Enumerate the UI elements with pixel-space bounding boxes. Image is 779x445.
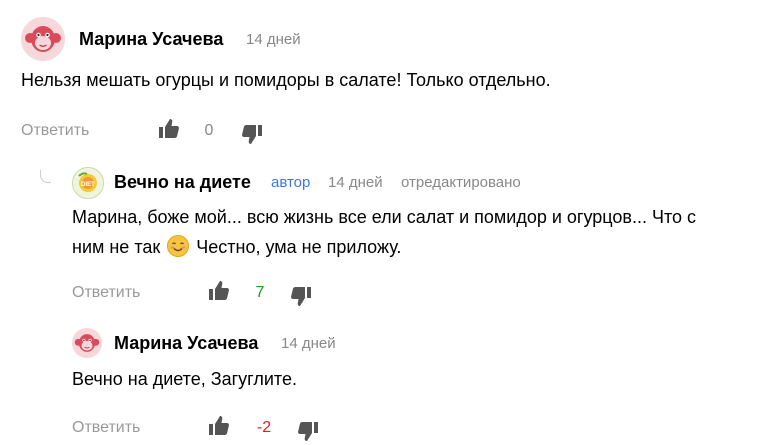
comment-time: 14 дней <box>328 174 383 191</box>
thumbs-up-icon[interactable] <box>157 117 181 141</box>
reply-button[interactable]: Ответить <box>72 284 140 302</box>
smiling-face-emoji-icon <box>167 235 190 257</box>
comment-text: Марина, боже мой... всю жизнь все ели са… <box>72 202 772 262</box>
reply-button[interactable]: Ответить <box>72 419 140 437</box>
comment-text-part: Честно, ума не приложу. <box>196 237 402 257</box>
avatar[interactable] <box>21 17 65 61</box>
thumbs-up-icon[interactable] <box>207 279 231 303</box>
author-badge: автор <box>271 174 311 191</box>
comment-text: Вечно на диете, Загуглите. <box>72 369 297 389</box>
diet-avatar-icon: DIET <box>74 169 102 197</box>
thread-connector <box>40 170 51 183</box>
thumbs-down-icon[interactable] <box>296 419 320 443</box>
reply-button[interactable]: Ответить <box>21 122 89 140</box>
like-count: 0 <box>204 122 214 139</box>
comment-time: 14 дней <box>281 335 336 352</box>
comment-author[interactable]: Вечно на диете <box>114 172 251 193</box>
avatar[interactable]: DIET <box>72 167 104 199</box>
edited-label: отредактировано <box>401 174 521 191</box>
comment-author[interactable]: Марина Усачева <box>79 29 223 50</box>
avatar[interactable] <box>72 328 102 358</box>
comment-time: 14 дней <box>246 31 301 48</box>
comment-author[interactable]: Марина Усачева <box>114 333 258 354</box>
comment-text-line: Марина, боже мой... всю жизнь все ели са… <box>72 207 697 227</box>
thumbs-up-icon[interactable] <box>207 414 231 438</box>
svg-text:DIET: DIET <box>81 182 95 188</box>
comment-text: Нельзя мешать огурцы и помидоры в салате… <box>21 70 551 90</box>
monkey-avatar-icon <box>72 328 102 358</box>
like-count: 7 <box>255 284 265 301</box>
thumbs-down-icon[interactable] <box>240 122 264 146</box>
thumbs-down-icon[interactable] <box>289 284 313 308</box>
like-count: -2 <box>256 419 272 436</box>
comment-text-part: ним не так <box>72 237 161 257</box>
monkey-avatar-icon <box>21 17 65 61</box>
